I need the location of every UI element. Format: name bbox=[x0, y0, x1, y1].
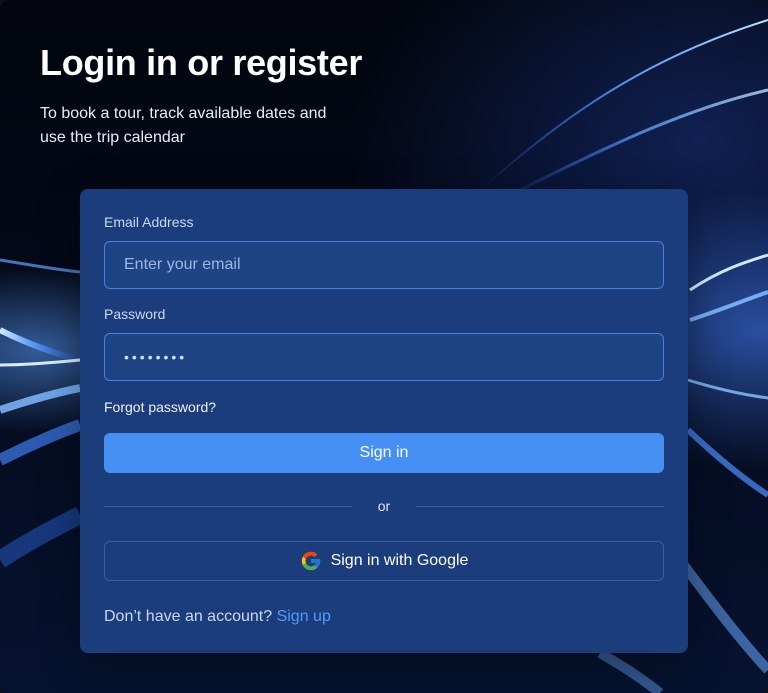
login-card: Email Address Password •••••••• Forgot p… bbox=[80, 189, 688, 653]
google-icon bbox=[301, 551, 320, 571]
divider-label: or bbox=[377, 498, 391, 514]
sign-in-button[interactable]: Sign in bbox=[104, 433, 664, 473]
page-subtitle: To book a tour, track available dates an… bbox=[40, 105, 327, 146]
forgot-password-link[interactable]: Forgot password? bbox=[104, 399, 216, 415]
google-sign-in-button[interactable]: Sign in with Google bbox=[104, 541, 664, 581]
signup-link[interactable]: Sign up bbox=[277, 608, 331, 625]
password-input[interactable]: •••••••• bbox=[124, 349, 187, 365]
signup-prompt: Don’t have an account? bbox=[104, 608, 273, 625]
email-label: Email Address bbox=[104, 214, 194, 230]
page-title: Login in or register bbox=[40, 42, 363, 83]
signup-row: Don’t have an account? Sign up bbox=[104, 608, 331, 626]
email-field-container bbox=[104, 241, 664, 289]
email-input[interactable] bbox=[124, 256, 663, 274]
password-label: Password bbox=[104, 306, 166, 322]
login-screen: Login in or register To book a tour, tra… bbox=[0, 0, 768, 693]
password-field-container: •••••••• bbox=[104, 333, 664, 381]
or-divider: or bbox=[104, 498, 664, 514]
google-sign-in-label: Sign in with Google bbox=[330, 552, 469, 569]
